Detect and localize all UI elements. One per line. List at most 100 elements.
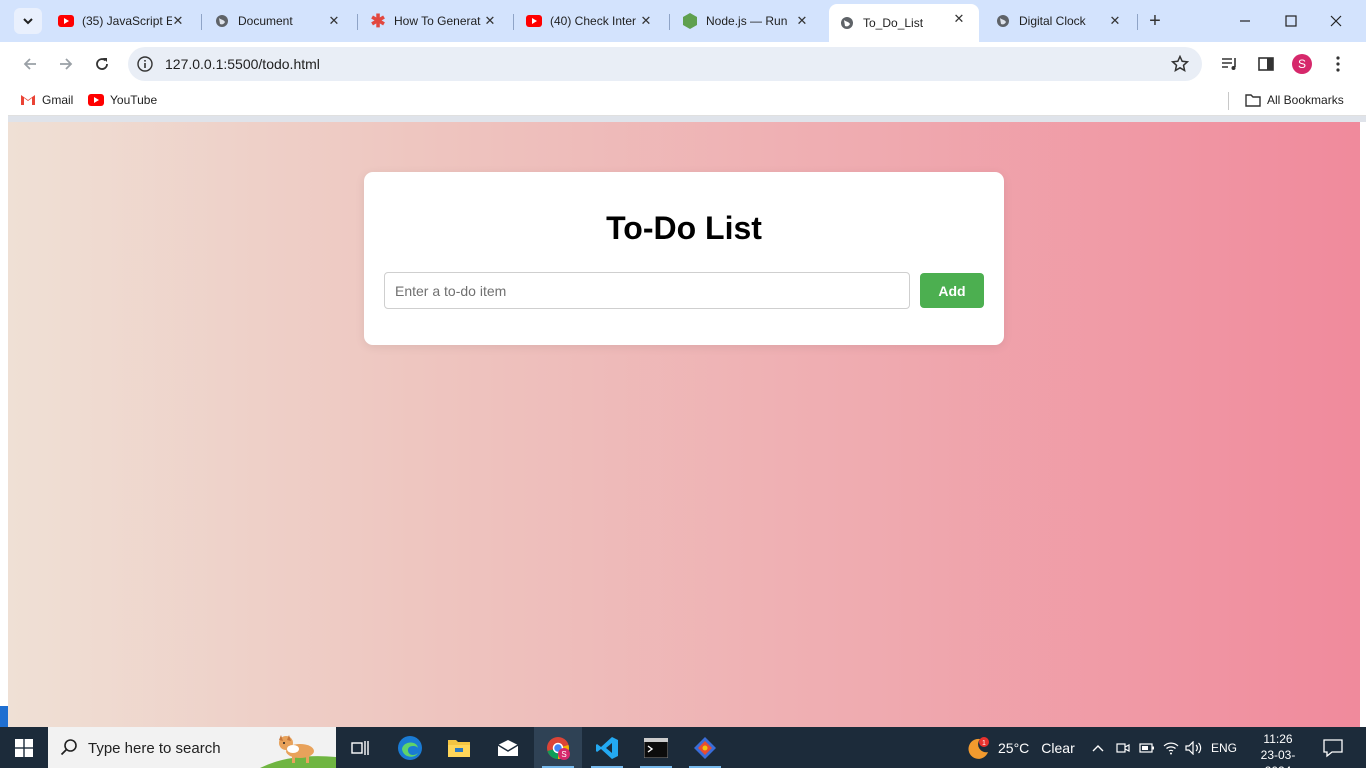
add-button[interactable]: Add xyxy=(920,273,984,308)
taskbar-clock[interactable]: 11:26 23-03-2024 xyxy=(1248,731,1308,768)
minimize-button[interactable] xyxy=(1232,8,1258,34)
arrow-left-icon xyxy=(23,58,36,70)
search-placeholder: Type here to search xyxy=(88,740,221,757)
taskbar-mail[interactable] xyxy=(484,727,532,768)
terminal-icon xyxy=(644,737,668,758)
globe-icon xyxy=(214,13,230,29)
show-hidden-icons[interactable] xyxy=(1088,739,1108,757)
chrome-icon: S xyxy=(547,736,570,760)
close-icon[interactable]: ✕ xyxy=(326,13,342,29)
new-tab-button[interactable]: + xyxy=(1145,10,1165,32)
globe-icon xyxy=(995,13,1011,29)
url-text[interactable]: 127.0.0.1:5500/todo.html xyxy=(165,56,320,72)
language-indicator[interactable]: ENG xyxy=(1210,739,1238,757)
tab-title: Node.js — Run xyxy=(706,14,788,28)
taskbar-vscode[interactable] xyxy=(583,727,631,768)
bookmark-label: Gmail xyxy=(42,93,74,107)
close-icon[interactable]: ✕ xyxy=(482,13,498,29)
bookmark-gmail[interactable]: Gmail xyxy=(20,93,73,107)
taskbar-terminal[interactable] xyxy=(632,727,680,768)
reload-icon xyxy=(96,58,108,70)
asterisk-icon: ✱ xyxy=(370,10,386,31)
weather-description: Clear xyxy=(1041,740,1075,756)
reload-button[interactable] xyxy=(90,52,114,76)
side-panel-icon[interactable] xyxy=(1255,53,1277,75)
todo-card: To-Do List Add xyxy=(364,172,1004,345)
profile-avatar[interactable]: S xyxy=(1292,54,1312,74)
bookmark-star-icon[interactable] xyxy=(1170,54,1190,74)
tab-title: Document xyxy=(238,14,293,28)
menu-icon[interactable] xyxy=(1327,53,1349,75)
tab-javascript[interactable]: (35) JavaScript E ✕ xyxy=(48,6,198,36)
search-icon xyxy=(60,739,77,756)
back-button[interactable] xyxy=(18,52,42,76)
arrow-right-icon xyxy=(60,58,73,70)
media-control-icon[interactable] xyxy=(1219,53,1241,75)
gmail-icon xyxy=(20,93,36,107)
todo-input[interactable] xyxy=(384,272,910,309)
tab-check-internet[interactable]: (40) Check Inter ✕ xyxy=(516,6,666,36)
close-icon[interactable]: ✕ xyxy=(794,13,810,29)
volume-icon[interactable] xyxy=(1184,739,1204,757)
tab-search-button[interactable] xyxy=(14,8,42,34)
minimize-icon xyxy=(1240,20,1250,22)
tab-digital-clock[interactable]: Digital Clock ✕ xyxy=(985,6,1135,36)
globe-icon xyxy=(839,15,855,31)
tab-title: To_Do_List xyxy=(863,16,924,30)
taskbar-git-gui[interactable] xyxy=(681,727,729,768)
chevron-down-icon xyxy=(23,18,33,25)
close-icon[interactable]: ✕ xyxy=(1107,13,1123,29)
tab-strip: (35) JavaScript E ✕ Document ✕ ✱ How To … xyxy=(0,0,1366,42)
window-edge xyxy=(0,86,8,727)
taskbar-file-explorer[interactable] xyxy=(435,727,483,768)
tab-title: How To Generat xyxy=(394,14,481,28)
youtube-icon xyxy=(88,93,104,107)
all-bookmarks[interactable]: All Bookmarks xyxy=(1245,93,1344,107)
tab-how-to-generate[interactable]: ✱ How To Generat ✕ xyxy=(360,6,510,36)
weather-temp: 25°C xyxy=(998,740,1030,756)
weather-badge: 1 xyxy=(982,740,986,747)
nodejs-icon xyxy=(682,13,698,29)
tab-separator xyxy=(513,14,514,30)
site-info-icon[interactable] xyxy=(136,55,154,73)
weather-icon: 1 xyxy=(966,736,990,760)
close-icon[interactable]: ✕ xyxy=(951,11,967,27)
start-button[interactable] xyxy=(8,735,40,761)
meet-now-icon[interactable] xyxy=(1113,739,1133,757)
tab-nodejs[interactable]: Node.js — Run ✕ xyxy=(672,6,822,36)
bookmarks-bar: Gmail YouTube All Bookmarks xyxy=(0,86,1366,116)
taskbar-chrome[interactable]: S xyxy=(534,727,582,768)
window-edge xyxy=(1360,122,1366,727)
desktop-edge xyxy=(0,706,8,727)
tab-document[interactable]: Document ✕ xyxy=(204,6,354,36)
taskbar-search[interactable]: Type here to search xyxy=(48,727,336,768)
close-window-button[interactable] xyxy=(1323,8,1349,34)
wifi-icon[interactable] xyxy=(1161,739,1181,757)
bookmark-label: YouTube xyxy=(110,93,158,107)
battery-icon[interactable] xyxy=(1137,739,1157,757)
taskbar-edge[interactable] xyxy=(386,727,434,768)
task-view-button[interactable] xyxy=(336,727,384,768)
tab-separator xyxy=(669,14,670,30)
address-bar[interactable]: 127.0.0.1:5500/todo.html xyxy=(128,47,1202,81)
forward-button[interactable] xyxy=(54,52,78,76)
tab-separator xyxy=(201,14,202,30)
chevron-up-icon xyxy=(1092,745,1104,752)
taskbar: Type here to search S 1 25°C Clear ENG 1… xyxy=(0,727,1366,768)
clock-date: 23-03-2024 xyxy=(1260,748,1296,768)
maximize-button[interactable] xyxy=(1278,8,1304,34)
notification-icon xyxy=(1323,739,1343,758)
weather-widget[interactable]: 1 25°C Clear xyxy=(966,736,1075,760)
notification-button[interactable] xyxy=(1322,738,1344,758)
tab-title: Digital Clock xyxy=(1019,14,1086,28)
close-icon xyxy=(1330,15,1342,27)
close-icon[interactable]: ✕ xyxy=(638,13,654,29)
tab-to-do-list[interactable]: To_Do_List ✕ xyxy=(829,4,979,42)
vscode-icon xyxy=(596,736,618,759)
page-title: To-Do List xyxy=(606,210,762,246)
search-highlight-image xyxy=(260,735,336,768)
close-icon[interactable]: ✕ xyxy=(170,13,186,29)
bookmark-youtube[interactable]: YouTube xyxy=(88,93,157,107)
clock-time: 11:26 xyxy=(1263,732,1293,746)
folder-icon xyxy=(448,739,470,757)
